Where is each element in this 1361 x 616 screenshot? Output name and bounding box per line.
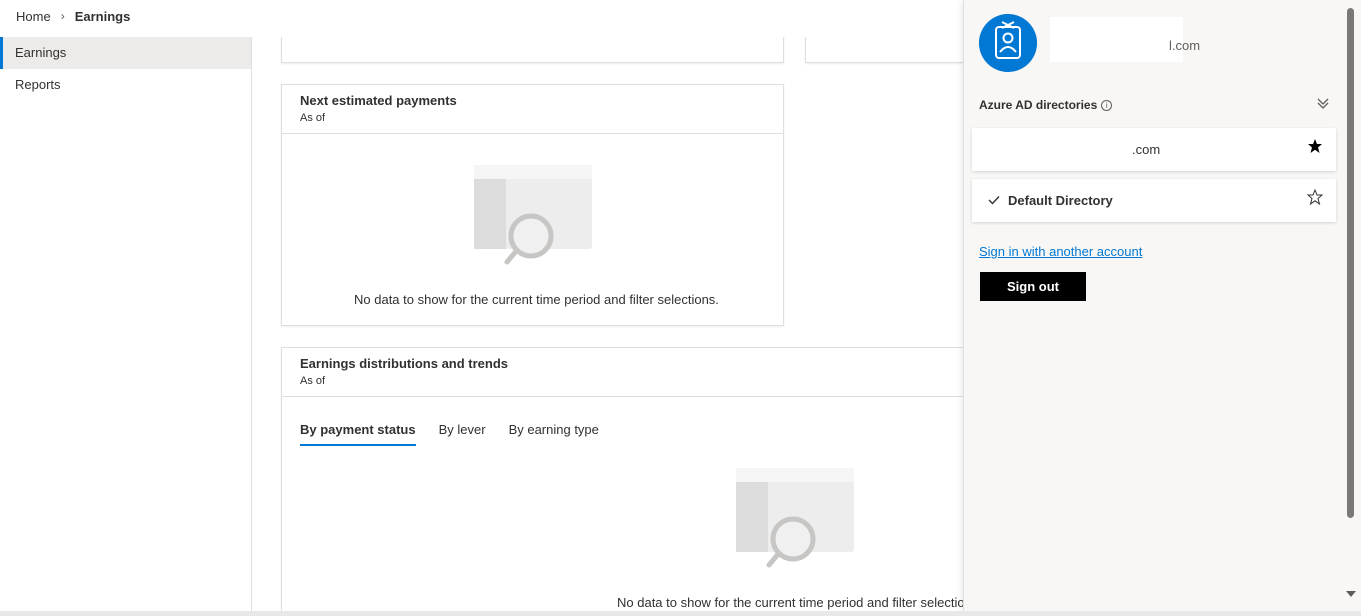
star-outline-icon[interactable] <box>1307 189 1323 205</box>
checkmark-icon <box>988 196 1000 205</box>
card-subtitle: As of <box>300 112 326 124</box>
no-data-illustration-icon <box>736 468 854 568</box>
account-panel: l.com Azure AD directories i .com Defaul… <box>963 0 1343 611</box>
chevron-right-icon: › <box>60 9 65 23</box>
summary-card-left <box>281 37 784 63</box>
scroll-down-arrow-icon[interactable] <box>1346 591 1356 597</box>
sign-in-another-account-link[interactable]: Sign in with another account <box>979 244 1142 259</box>
nav-item-reports[interactable]: Reports <box>0 69 251 101</box>
empty-state-text: No data to show for the current time per… <box>617 595 964 610</box>
breadcrumb-home-link[interactable]: Home <box>16 9 51 24</box>
directory-name: Default Directory <box>1008 193 1113 208</box>
tab-by-payment-status[interactable]: By payment status <box>300 422 416 446</box>
tab-by-lever[interactable]: By lever <box>439 422 486 446</box>
star-filled-icon[interactable] <box>1307 138 1323 154</box>
next-payments-card: Next estimated payments As of No data to… <box>281 84 784 326</box>
card-header: Earnings distributions and trends As of <box>282 348 964 397</box>
main-content: Next estimated payments As of No data to… <box>252 37 964 611</box>
no-data-illustration-icon <box>474 165 592 265</box>
directories-heading: Azure AD directories i <box>979 98 1113 112</box>
breadcrumb-current: Earnings <box>74 8 131 24</box>
summary-card-right <box>805 37 964 63</box>
breadcrumb: Home › Earnings <box>16 8 130 24</box>
distribution-tabs: By payment status By lever By earning ty… <box>300 422 622 446</box>
email-redaction <box>1050 17 1183 62</box>
vertical-scrollbar[interactable] <box>1343 0 1361 611</box>
distributions-card: Earnings distributions and trends As of … <box>281 347 964 611</box>
directory-item[interactable]: Default Directory <box>972 179 1336 222</box>
left-nav: Earnings Reports <box>0 37 252 616</box>
directories-heading-text: Azure AD directories <box>979 98 1098 112</box>
bottom-edge <box>0 611 1361 616</box>
info-icon[interactable]: i <box>1101 99 1113 111</box>
card-subtitle: As of <box>300 375 326 387</box>
sign-out-button[interactable]: Sign out <box>980 272 1086 301</box>
card-title: Next estimated payments <box>300 93 457 108</box>
account-email: l.com <box>1169 38 1201 53</box>
directory-item[interactable]: .com <box>972 128 1336 171</box>
nav-item-earnings[interactable]: Earnings <box>0 37 251 69</box>
directory-name: .com <box>1132 142 1161 157</box>
chevron-double-down-icon[interactable] <box>1316 96 1330 110</box>
scrollbar-thumb[interactable] <box>1347 8 1354 518</box>
badge-avatar-icon[interactable] <box>979 14 1037 72</box>
card-title: Earnings distributions and trends <box>300 356 509 371</box>
card-header: Next estimated payments As of <box>282 85 783 134</box>
tab-by-earning-type[interactable]: By earning type <box>509 422 599 446</box>
empty-state-text: No data to show for the current time per… <box>354 292 719 307</box>
